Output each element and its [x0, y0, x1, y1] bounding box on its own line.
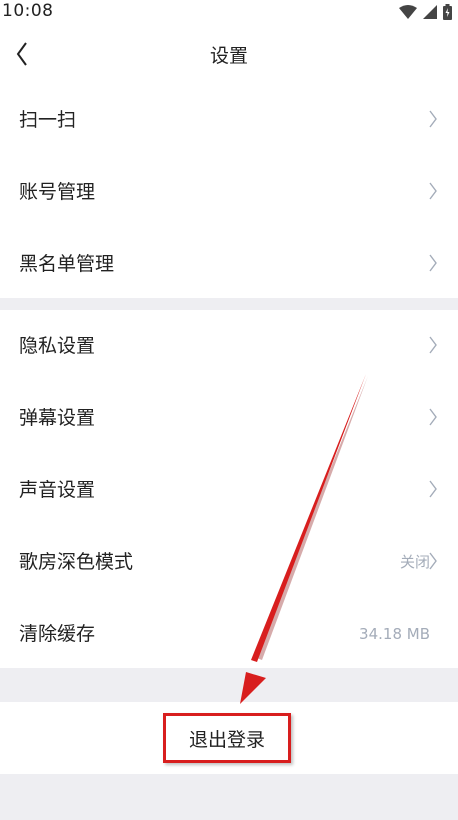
setting-label: 声音设置 [19, 479, 96, 501]
logout-button[interactable]: 退出登录 [163, 713, 291, 763]
setting-row-sound[interactable]: 声音设置 [0, 454, 458, 526]
chevron-right-icon [428, 252, 438, 274]
status-time: 10:08 [2, 1, 54, 21]
chevron-right-icon [428, 334, 438, 356]
chevron-right-icon [428, 478, 438, 500]
setting-row-danmaku[interactable]: 弹幕设置 [0, 382, 458, 454]
setting-row-privacy[interactable]: 隐私设置 [0, 310, 458, 382]
setting-label: 歌房深色模式 [19, 551, 134, 573]
chevron-right-icon [428, 180, 438, 202]
setting-label: 账号管理 [19, 181, 96, 203]
setting-row-clear-cache[interactable]: 清除缓存 34.18 MB [0, 598, 458, 670]
settings-group-1: 扫一扫 账号管理 黑名单管理 [0, 84, 458, 298]
setting-label: 清除缓存 [19, 623, 96, 645]
setting-row-account[interactable]: 账号管理 [0, 156, 458, 228]
setting-label: 隐私设置 [19, 335, 96, 357]
setting-label: 黑名单管理 [19, 253, 115, 275]
signal-icon [423, 5, 437, 19]
setting-row-scan[interactable]: 扫一扫 [0, 84, 458, 156]
setting-label: 弹幕设置 [19, 407, 96, 429]
battery-icon [443, 4, 452, 20]
logout-group: 退出登录 [0, 702, 458, 774]
setting-label: 扫一扫 [19, 109, 77, 131]
status-bar: 10:08 [0, 0, 458, 24]
logout-row: 退出登录 [0, 702, 458, 774]
nav-bar: 设置 [0, 24, 458, 84]
chevron-right-icon [428, 550, 438, 572]
page-title: 设置 [209, 45, 248, 67]
chevron-right-icon [428, 406, 438, 428]
setting-value: 关闭 [399, 553, 430, 571]
setting-row-blacklist[interactable]: 黑名单管理 [0, 228, 458, 300]
settings-group-2: 隐私设置 弹幕设置 声音设置 歌房深色模式 关闭 清除缓存 34.18 MB [0, 310, 458, 668]
status-icons [399, 3, 452, 21]
chevron-right-icon [428, 108, 438, 130]
setting-row-dark-mode[interactable]: 歌房深色模式 关闭 [0, 526, 458, 598]
cache-size: 34.18 MB [359, 625, 430, 643]
wifi-icon [399, 5, 417, 19]
